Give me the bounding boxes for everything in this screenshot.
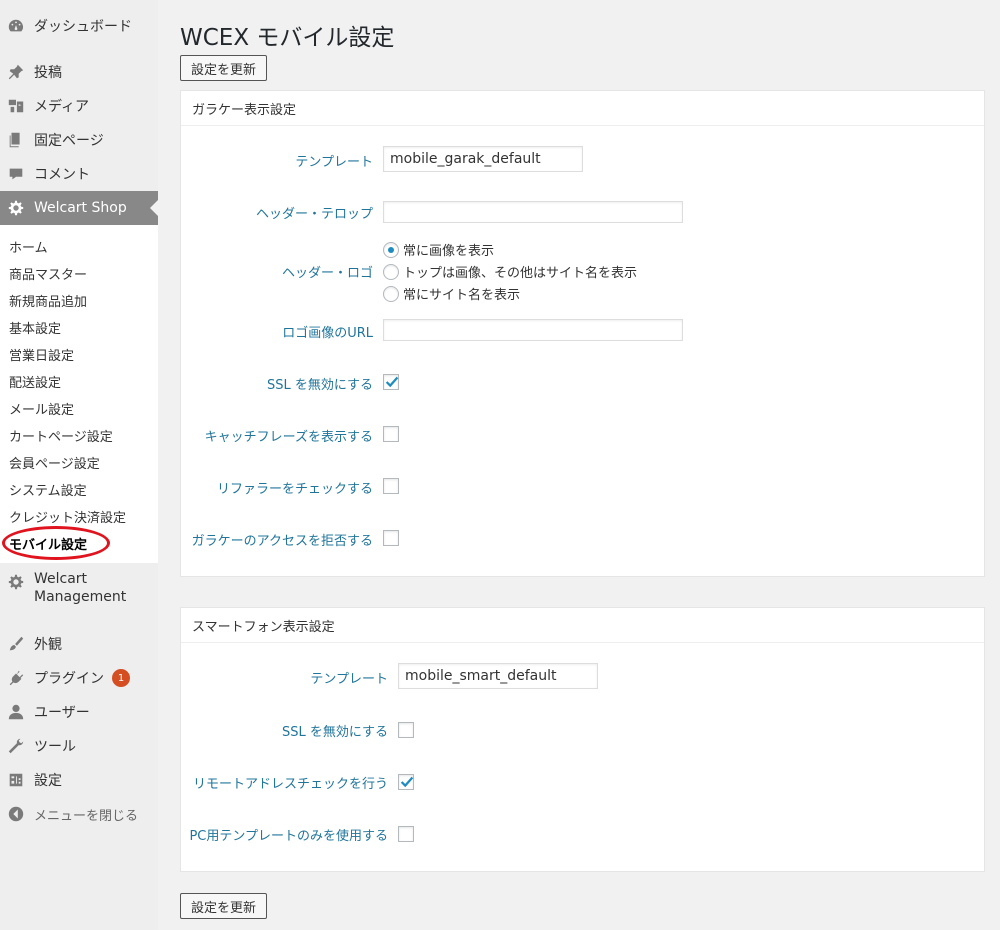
menu-label: 設定: [34, 773, 62, 789]
page-icon: [6, 130, 26, 150]
menu-label: 外観: [34, 637, 62, 653]
garake-template-label: テンプレート: [295, 155, 373, 170]
logo-url-label: ロゴ画像のURL: [282, 326, 373, 341]
radio-button[interactable]: [383, 263, 399, 280]
menu-tools[interactable]: ツール: [0, 729, 158, 763]
menu-label: 固定ページ: [34, 133, 104, 149]
smart-template-input[interactable]: mobile_smart_default: [398, 663, 598, 689]
page-title: WCEX モバイル設定: [180, 25, 395, 51]
pc-template-only-checkbox[interactable]: [398, 826, 414, 842]
menu-comments[interactable]: コメント: [0, 157, 158, 191]
menu-pages[interactable]: 固定ページ: [0, 123, 158, 157]
user-icon: [6, 702, 26, 722]
admin-sidebar: ダッシュボード 投稿 メディア 固定ページ コメント Welcart Shop …: [0, 0, 158, 930]
catchphrase-checkbox[interactable]: [383, 426, 399, 442]
menu-label: ツール: [34, 739, 76, 755]
pc-template-only-label: PC用テンプレートのみを使用する: [189, 829, 388, 844]
wrench-icon: [6, 736, 26, 756]
checkmark-icon: [385, 376, 399, 388]
menu-welcart-shop[interactable]: Welcart Shop: [0, 191, 158, 225]
menu-label: Welcart Management: [34, 570, 126, 606]
submenu-system[interactable]: システム設定: [9, 480, 87, 499]
radio-button[interactable]: [383, 241, 399, 258]
menu-label: ユーザー: [34, 705, 90, 721]
submenu-home[interactable]: ホーム: [9, 237, 48, 256]
menu-posts[interactable]: 投稿: [0, 55, 158, 89]
welcart-submenu: ホーム 商品マスター 新規商品追加 基本設定 営業日設定 配送設定 メール設定 …: [0, 225, 158, 563]
smart-template-label: テンプレート: [310, 672, 388, 687]
logo-url-input[interactable]: [383, 319, 683, 341]
menu-label-line2: Management: [34, 589, 127, 605]
header-telop-input[interactable]: [383, 201, 683, 223]
menu-label: メディア: [34, 99, 90, 115]
menu-settings[interactable]: 設定: [0, 763, 158, 797]
smart-ssl-label: SSL を無効にする: [281, 725, 388, 740]
garake-ssl-label: SSL を無効にする: [266, 378, 373, 393]
smart-ssl-checkbox[interactable]: [398, 722, 414, 738]
paintbrush-icon: [6, 634, 26, 654]
checkmark-icon: [400, 776, 414, 788]
submenu-mail[interactable]: メール設定: [9, 399, 74, 418]
remote-address-checkbox[interactable]: [398, 774, 414, 790]
gear-icon: [6, 198, 26, 218]
collapse-menu[interactable]: メニューを閉じる: [0, 797, 158, 831]
menu-plugins[interactable]: プラグイン 1: [0, 661, 158, 695]
menu-label: コメント: [34, 167, 90, 183]
submenu-mobile[interactable]: モバイル設定: [9, 534, 87, 553]
deny-access-checkbox[interactable]: [383, 530, 399, 546]
menu-dashboard[interactable]: ダッシュボード: [0, 9, 158, 43]
menu-label-line1: Welcart: [34, 571, 88, 587]
menu-welcart-management[interactable]: Welcart Management: [0, 570, 158, 614]
pin-icon: [6, 62, 26, 82]
menu-label: プラグイン: [34, 671, 104, 687]
dashboard-icon: [6, 16, 26, 36]
smartphone-settings-panel: スマートフォン表示設定 テンプレート mobile_smart_default …: [180, 607, 985, 872]
submenu-item-master[interactable]: 商品マスター: [9, 264, 87, 283]
submenu-cart-page[interactable]: カートページ設定: [9, 426, 113, 445]
smart-panel-heading: スマートフォン表示設定: [181, 608, 984, 643]
update-settings-button-top[interactable]: 設定を更新: [180, 55, 268, 81]
garake-template-input[interactable]: mobile_garak_default: [383, 146, 583, 172]
logo-option-always-image[interactable]: 常に画像を表示: [383, 240, 494, 259]
menu-label: Welcart Shop: [34, 200, 127, 216]
collapse-label: メニューを閉じる: [34, 808, 139, 824]
menu-label: 投稿: [34, 65, 62, 81]
header-telop-label: ヘッダー・テロップ: [255, 207, 373, 222]
submenu-basic[interactable]: 基本設定: [9, 318, 61, 337]
radio-label: 常にサイト名を表示: [403, 288, 521, 303]
submenu-credit[interactable]: クレジット決済設定: [9, 507, 126, 526]
submenu-member-page[interactable]: 会員ページ設定: [9, 453, 100, 472]
comment-icon: [6, 164, 26, 184]
media-icon: [6, 96, 26, 116]
radio-button[interactable]: [383, 285, 399, 302]
gear-icon: [6, 572, 26, 592]
radio-label: 常に画像を表示: [403, 244, 495, 259]
collapse-arrow-icon: [6, 804, 26, 824]
logo-option-always-sitename[interactable]: 常にサイト名を表示: [383, 284, 520, 303]
update-settings-button-bottom[interactable]: 設定を更新: [180, 893, 268, 919]
referer-checkbox[interactable]: [383, 478, 399, 494]
submenu-business-days[interactable]: 営業日設定: [9, 345, 74, 364]
garake-ssl-checkbox[interactable]: [383, 374, 399, 390]
garake-panel-heading: ガラケー表示設定: [181, 91, 984, 126]
menu-appearance[interactable]: 外観: [0, 627, 158, 661]
referer-label: リファラーをチェックする: [216, 482, 373, 497]
submenu-delivery[interactable]: 配送設定: [9, 372, 61, 391]
submenu-new-item[interactable]: 新規商品追加: [9, 291, 87, 310]
remote-address-label: リモートアドレスチェックを行う: [192, 777, 388, 792]
deny-access-label: ガラケーのアクセスを拒否する: [191, 534, 373, 549]
catchphrase-label: キャッチフレーズを表示する: [204, 430, 373, 445]
menu-label: ダッシュボード: [34, 19, 132, 35]
plugin-icon: [6, 668, 26, 688]
update-count-badge: 1: [112, 669, 130, 687]
header-logo-label: ヘッダー・ロゴ: [281, 266, 373, 281]
radio-label: トップは画像、その他はサイト名を表示: [403, 266, 638, 281]
logo-option-top-image[interactable]: トップは画像、その他はサイト名を表示: [383, 262, 637, 281]
menu-media[interactable]: メディア: [0, 89, 158, 123]
garake-settings-panel: ガラケー表示設定 テンプレート mobile_garak_default ヘッダ…: [180, 90, 985, 577]
settings-icon: [6, 770, 26, 790]
menu-users[interactable]: ユーザー: [0, 695, 158, 729]
